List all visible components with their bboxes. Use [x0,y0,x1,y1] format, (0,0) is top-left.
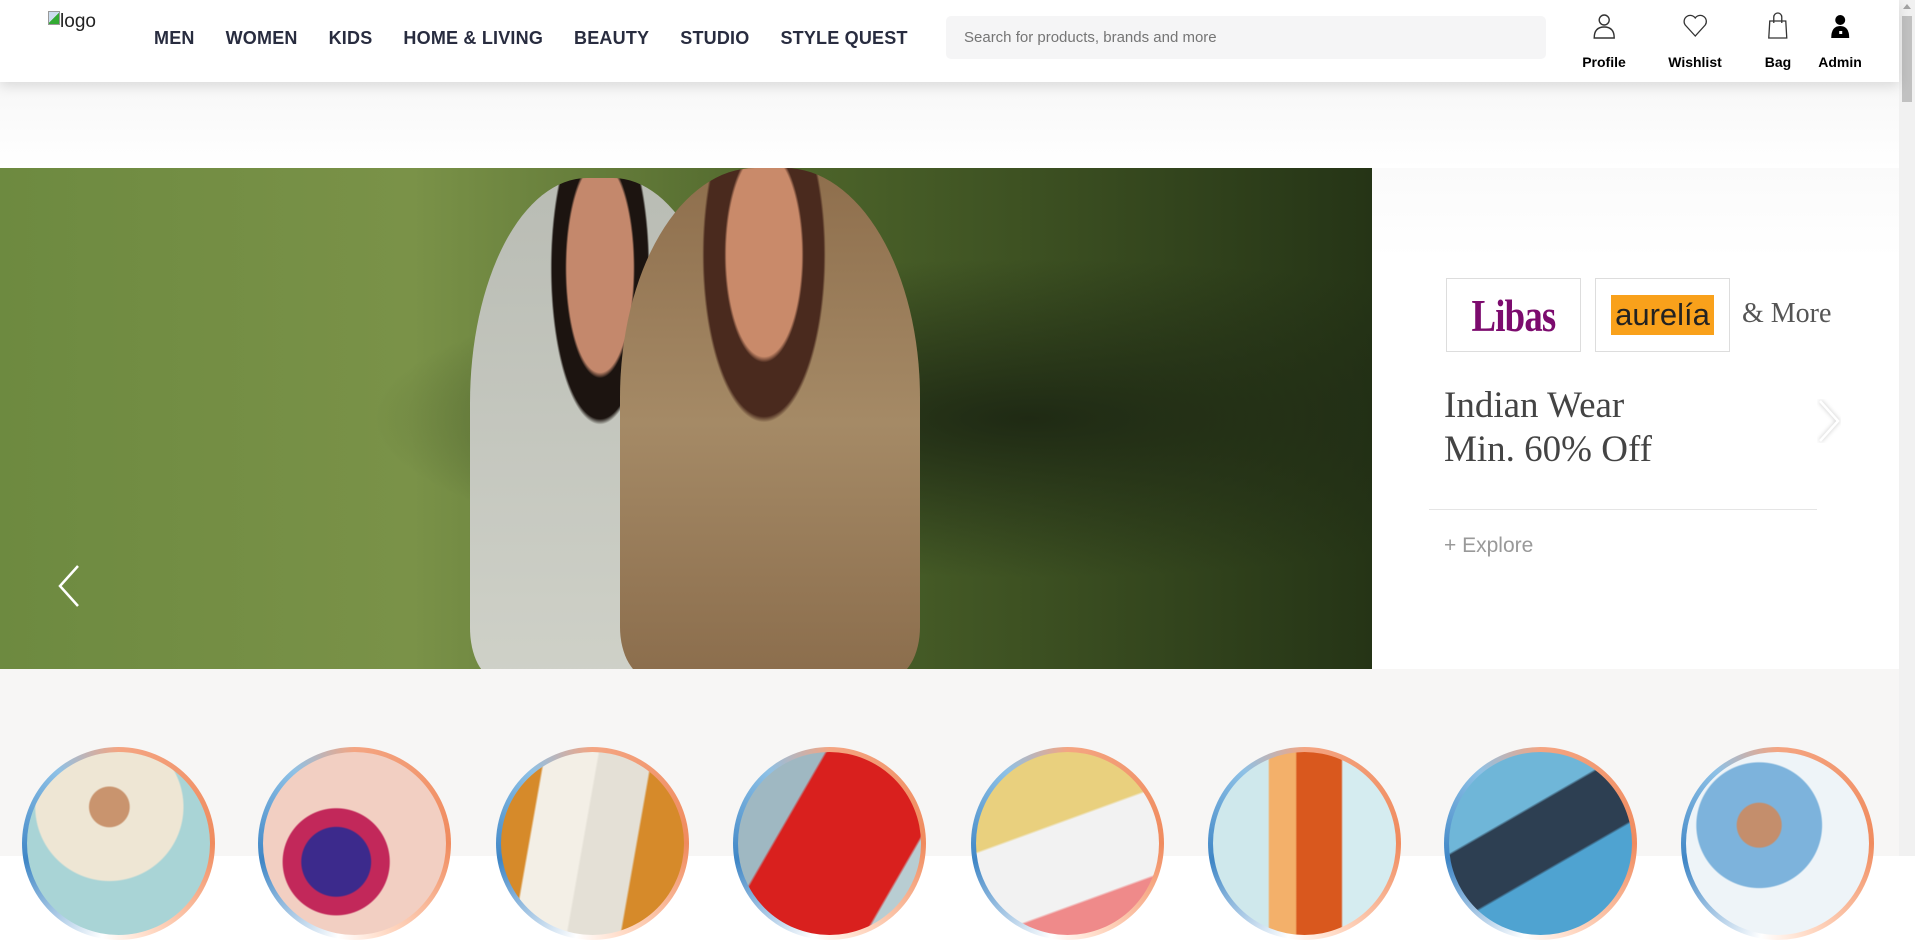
chevron-left-icon[interactable] [56,564,84,608]
nav-kids[interactable]: KIDS [329,28,373,49]
bag-button[interactable]: Bag [1765,12,1791,70]
heart-outline-icon [1683,14,1707,37]
category-circle[interactable] [1444,747,1637,940]
scroll-up-arrow-icon[interactable] [1903,4,1911,9]
main-nav: MEN WOMEN KIDS HOME & LIVING BEAUTY STUD… [154,28,939,49]
wishlist-button[interactable]: Wishlist [1668,12,1722,70]
banner-model-right [620,168,920,669]
category-circle[interactable] [1681,747,1874,940]
brand-logo-aurelia: aurelía [1595,278,1730,352]
category-carousel [0,669,1899,940]
nav-studio[interactable]: STUDIO [680,28,749,49]
nav-style-quest[interactable]: STYLE QUEST [780,28,907,49]
person-outline-icon [1593,14,1615,39]
logo[interactable]: logo [42,8,102,35]
scrollbar-thumb[interactable] [1902,16,1912,102]
nav-men[interactable]: MEN [154,28,195,49]
profile-button[interactable]: Profile [1582,12,1626,70]
category-circle[interactable] [496,747,689,940]
brands-more-text: & More [1742,298,1832,329]
hero-banner-image[interactable] [0,168,1372,669]
broken-image-icon [48,11,61,25]
admin-button[interactable]: Admin [1818,12,1862,70]
page-scrollbar[interactable] [1899,0,1915,856]
category-circle[interactable] [733,747,926,940]
banner-offer-panel[interactable]: Libas aurelía & More Indian Wear Min. 60… [1372,168,1899,669]
search-input[interactable] [946,16,1546,59]
brand-logo-libas: Libas [1446,278,1581,352]
category-circle[interactable] [22,747,215,940]
top-header: logo MEN WOMEN KIDS HOME & LIVING BEAUTY… [0,0,1899,82]
logo-alt-text: logo [60,11,96,32]
nav-home-living[interactable]: HOME & LIVING [403,28,543,49]
nav-beauty[interactable]: BEAUTY [574,28,649,49]
admin-user-icon [1831,15,1849,38]
header-spacer [0,82,1899,168]
header-actions: Profile Wishlist Bag Admin [1575,12,1875,74]
offer-headline: Indian Wear Min. 60% Off [1444,385,1652,470]
divider [1429,509,1817,510]
explore-link[interactable]: + Explore [1444,534,1533,558]
shopping-bag-icon [1768,12,1788,39]
category-circle[interactable] [1208,747,1401,940]
chevron-right-icon[interactable] [1817,399,1841,443]
nav-women[interactable]: WOMEN [226,28,298,49]
category-circle[interactable] [258,747,451,940]
category-circle[interactable] [971,747,1164,940]
